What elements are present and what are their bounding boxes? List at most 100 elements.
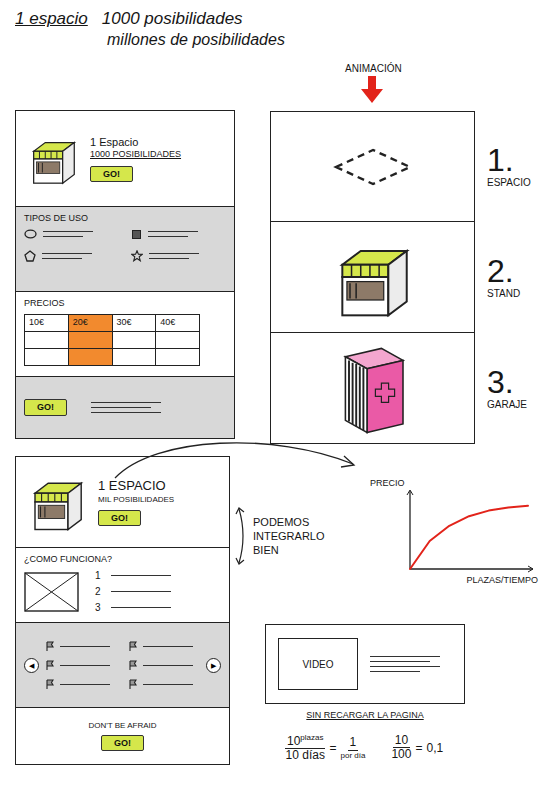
step-number: 1. <box>487 144 545 178</box>
text-lines <box>370 656 440 672</box>
flag-icon <box>45 679 55 690</box>
math-row: 10plazas10 días=1por día10100=0,1 <box>285 733 545 764</box>
x-axis-label: PLAZAS/TIEMPO <box>330 575 540 586</box>
title-line: 1 espacio1000 posibilidades <box>15 8 545 30</box>
bottom-row: 1 ESPACIOMIL POSIBILIDADESGO!¿COMO FUNCI… <box>15 456 545 765</box>
stand-icon <box>327 231 419 323</box>
carousel-item <box>45 660 118 671</box>
flag-icon <box>128 641 138 652</box>
price-cell <box>25 332 69 349</box>
header: 1 espacio1000 posibilidadesmillones de p… <box>15 8 545 62</box>
denominator: 100 <box>391 748 411 762</box>
step-name: GARAJE <box>487 399 545 411</box>
price-cell <box>156 349 200 366</box>
note-line: BIEN <box>253 543 325 557</box>
text-line <box>111 607 171 608</box>
animation-step: 2.STAND <box>270 222 545 333</box>
footer-text: DON'T BE AFRAID <box>88 721 156 731</box>
result-note: por día <box>341 751 366 760</box>
text-line <box>43 236 83 237</box>
wireframe-a-column: 1 Espacio1000 POSIBILIDADESGO! TIPOS DE U… <box>15 110 235 444</box>
carousel-items <box>39 641 206 690</box>
use-item <box>131 250 226 262</box>
uses-heading: TIPOS DE USO <box>24 213 226 224</box>
text-line <box>148 231 198 232</box>
carousel-item <box>128 660 201 671</box>
note-line: PODEMOS <box>253 515 325 529</box>
text-line <box>42 253 92 254</box>
use-icon <box>24 250 36 262</box>
go-button[interactable]: GO! <box>101 735 144 751</box>
use-icon <box>131 229 142 240</box>
video-caption: SIN RECARGAR LA PAGINA <box>265 709 465 723</box>
hero-text: 1 Espacio1000 POSIBILIDADESGO! <box>90 135 181 182</box>
text-line <box>370 661 430 662</box>
price-table: 10€20€30€40€ <box>24 314 200 366</box>
prices-heading: PRECIOS <box>24 298 226 309</box>
hero-section: 1 Espacio1000 POSIBILIDADESGO! <box>16 111 234 206</box>
chart-plot <box>405 489 540 575</box>
carousel-item <box>128 679 201 690</box>
video-placeholder[interactable]: VIDEO <box>278 638 358 690</box>
carousel-section: ◀▶ <box>16 622 229 707</box>
text-line <box>370 656 440 657</box>
fraction: 10plazas10 días <box>285 733 325 764</box>
stand-icon <box>24 469 90 535</box>
prices-section: PRECIOS 10€20€30€40€ <box>16 291 234 376</box>
math-first: 10plazas10 días=1por día <box>285 733 365 764</box>
animation-frame <box>270 111 475 222</box>
text-lines <box>91 402 161 413</box>
flag-icon <box>45 641 55 652</box>
price-header[interactable]: 10€ <box>25 315 69 332</box>
top-row: 1 Espacio1000 POSIBILIDADESGO! TIPOS DE U… <box>15 62 545 444</box>
page: 1 espacio1000 posibilidadesmillones de p… <box>0 0 554 806</box>
price-cell <box>113 332 157 349</box>
how-steps: 123 <box>95 570 171 614</box>
use-icon <box>131 250 143 262</box>
carousel-prev-button[interactable]: ◀ <box>24 658 39 673</box>
how-section: ¿COMO FUNCIONA?123 <box>16 547 229 622</box>
text-line <box>60 665 110 666</box>
text-line <box>143 646 193 647</box>
use-item <box>24 229 119 240</box>
animation: ANIMACIÓN1.ESPACIO2.STAND3.GARAJE <box>270 62 545 444</box>
use-item <box>131 229 226 240</box>
text-lines <box>43 231 93 237</box>
step-number: 3 <box>95 602 103 614</box>
animation-step: 1.ESPACIO <box>270 111 545 222</box>
numerator: 10 <box>393 734 410 749</box>
price-header[interactable]: 40€ <box>156 315 200 332</box>
animation-label: ANIMACIÓN <box>345 62 545 76</box>
video-panel: VIDEO <box>265 624 465 704</box>
how-body: 123 <box>24 570 221 614</box>
step-name: ESPACIO <box>487 177 545 189</box>
fraction: 10100 <box>391 734 411 763</box>
price-header[interactable]: 20€ <box>69 315 113 332</box>
price-header[interactable]: 30€ <box>113 315 157 332</box>
text-line <box>111 591 171 592</box>
step-label: 2.STAND <box>487 255 545 301</box>
hero-title: 1 Espacio <box>90 135 138 149</box>
double-arrow-icon <box>235 505 249 567</box>
equals: = <box>329 739 336 757</box>
go-button[interactable]: GO! <box>24 399 67 415</box>
carousel-next-button[interactable]: ▶ <box>206 658 221 673</box>
uses-grid <box>24 229 226 262</box>
step-number: 1 <box>95 570 103 582</box>
hero-text: 1 ESPACIOMIL POSIBILIDADESGO! <box>98 478 174 525</box>
animation-steps: 1.ESPACIO2.STAND3.GARAJE <box>270 111 545 444</box>
step-name: STAND <box>487 288 545 300</box>
text-lines <box>148 231 198 237</box>
hero-subtitle: MIL POSIBILIDADES <box>98 495 174 505</box>
text-line <box>149 253 199 254</box>
note-text: PODEMOSINTEGRARLOBIEN <box>253 515 325 558</box>
go-button[interactable]: GO! <box>98 510 141 526</box>
connector-arrow <box>15 434 385 484</box>
go-button[interactable]: GO! <box>90 166 133 182</box>
hero-section: 1 ESPACIOMIL POSIBILIDADESGO! <box>16 457 229 547</box>
animation-frame <box>270 222 475 333</box>
use-icon <box>24 229 37 239</box>
carousel-item <box>45 641 118 652</box>
numerator-value: 10 <box>287 734 300 748</box>
text-line <box>60 646 110 647</box>
